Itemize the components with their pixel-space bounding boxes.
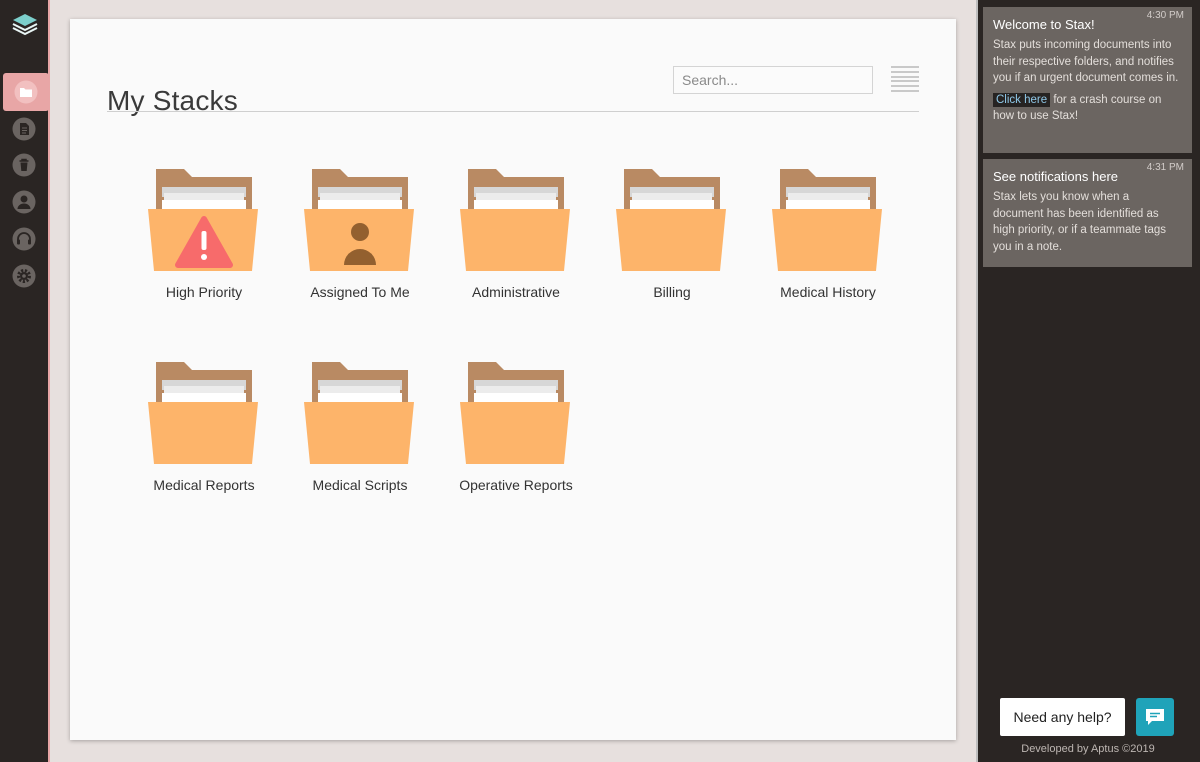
notification-time: 4:30 PM — [1146, 10, 1184, 21]
notification-body: Stax puts incoming documents into their … — [993, 39, 1179, 84]
folder-icon — [148, 169, 258, 271]
folder-label: Billing — [653, 284, 691, 300]
nav-profile[interactable] — [0, 183, 48, 221]
notification-body: Stax lets you know when a document has b… — [993, 191, 1166, 253]
folder-icon — [460, 362, 570, 464]
folder-icon — [14, 80, 38, 104]
folder-item[interactable]: Billing — [594, 169, 734, 319]
headset-icon — [12, 227, 36, 251]
footer-credit: Developed by Aptus ©2019 — [1021, 743, 1155, 755]
main-area: My Stacks High Priority Assigned To Me Adm… — [50, 0, 976, 762]
user-icon — [12, 190, 36, 214]
nav-documents[interactable] — [0, 110, 48, 148]
folder-item[interactable]: High Priority — [126, 169, 266, 319]
nav-settings[interactable] — [0, 257, 48, 295]
chat-icon — [1146, 709, 1164, 725]
folder-item[interactable]: Medical Scripts — [282, 362, 422, 512]
folder-label: Medical History — [780, 284, 876, 300]
notification-time: 4:31 PM — [1146, 162, 1184, 173]
need-help-button[interactable]: Need any help? — [1000, 698, 1125, 736]
notifications-panel: 4:30 PM Welcome to Stax! Stax puts incom… — [976, 0, 1200, 762]
folder-icon — [304, 169, 414, 271]
page-title: My Stacks — [107, 85, 238, 116]
stacks-card: My Stacks High Priority Assigned To Me Adm… — [70, 19, 956, 740]
folder-item[interactable]: Medical History — [750, 169, 890, 319]
notification-card: 4:30 PM Welcome to Stax! Stax puts incom… — [983, 7, 1192, 153]
title-divider — [107, 111, 919, 112]
folder-item[interactable]: Operative Reports — [438, 362, 578, 512]
chat-button[interactable] — [1136, 698, 1174, 736]
folder-item[interactable]: Assigned To Me — [282, 169, 422, 319]
folder-icon — [616, 169, 726, 271]
folder-item[interactable]: Administrative — [438, 169, 578, 319]
folder-label: Medical Scripts — [312, 477, 408, 493]
nav-stacks[interactable] — [3, 73, 49, 111]
nav-support[interactable] — [0, 220, 48, 258]
notification-card: 4:31 PM See notifications here Stax lets… — [983, 159, 1192, 267]
folder-icon — [460, 169, 570, 271]
list-view-icon[interactable] — [891, 66, 919, 92]
folder-label: High Priority — [165, 284, 243, 300]
crash-course-link[interactable]: Click here — [993, 92, 1051, 107]
trash-icon — [12, 153, 36, 177]
layers-icon[interactable] — [11, 9, 39, 37]
notification-cta: Click here for a crash course on how to … — [993, 92, 1182, 125]
search-input[interactable] — [673, 66, 873, 94]
folder-label: Medical Reports — [153, 477, 255, 493]
folder-label: Assigned To Me — [310, 284, 410, 300]
document-icon — [12, 117, 36, 141]
folder-item[interactable]: Medical Reports — [126, 362, 266, 512]
folder-label: Operative Reports — [459, 477, 573, 493]
folder-label: Administrative — [472, 284, 560, 300]
folder-icon — [304, 362, 414, 464]
folder-icon — [148, 362, 258, 464]
nav-rail — [0, 0, 50, 762]
folder-icon — [772, 169, 882, 271]
nav-trash[interactable] — [0, 146, 48, 184]
gear-icon — [12, 264, 36, 288]
